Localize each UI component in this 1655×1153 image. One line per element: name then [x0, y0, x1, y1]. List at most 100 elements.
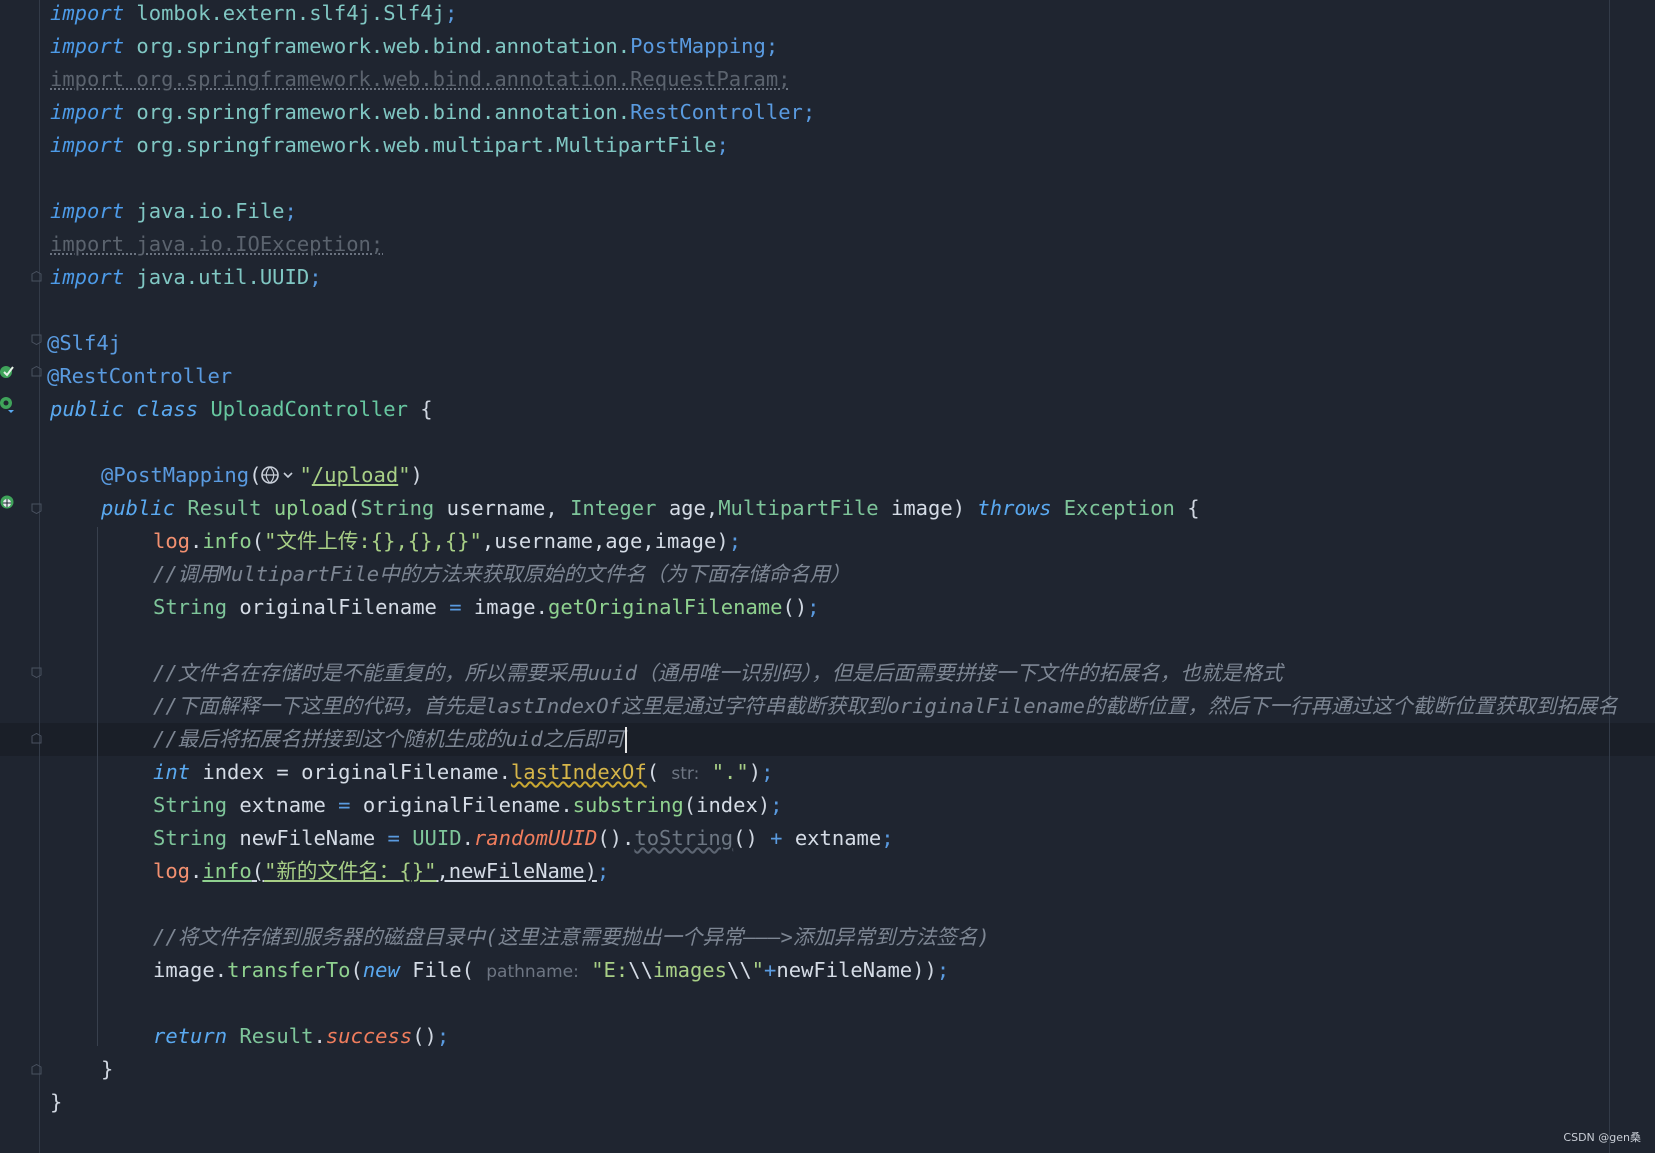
code-line[interactable]: String newFileName = UUID.randomUUID().t… [153, 822, 894, 855]
unused-import-text: import java.io.IOException; [50, 232, 384, 256]
indent-guide [97, 527, 98, 1046]
paren: () [782, 595, 808, 619]
class-name: Slf4j [383, 1, 445, 25]
code-line-comment[interactable]: //将文件存储到服务器的磁盘目录中(这里注意需要抛出一个异常———>添加异常到方… [153, 921, 990, 954]
code-line[interactable]: @PostMapping("/upload") [101, 459, 423, 492]
url-path[interactable]: /upload [312, 463, 398, 487]
arguments: ,newFileName [436, 859, 585, 883]
escape-sequence: \\ [726, 958, 752, 982]
paren: ( [347, 496, 361, 520]
package-name: org.springframework.web.multipart. [136, 133, 557, 157]
semicolon: ; [881, 826, 894, 850]
code-line[interactable]: import java.io.File; [50, 195, 297, 228]
string-quote: " [398, 463, 411, 487]
fold-marker-icon[interactable] [31, 1064, 42, 1075]
class-name: MultipartFile [556, 133, 717, 157]
code-line[interactable]: int index = originalFilename.lastIndexOf… [153, 756, 773, 789]
semicolon: ; [309, 265, 322, 289]
annotation: @RestController [47, 364, 233, 388]
code-line[interactable]: log.info("新的文件名：{}",newFileName); [153, 855, 609, 888]
package-name: lombok.extern.slf4j. [136, 1, 384, 25]
code-line-comment[interactable]: //下面解释一下这里的代码，首先是lastIndexOf这里是通过字符串截断获取… [153, 690, 1655, 723]
class-name: PostMapping [630, 34, 766, 58]
code-line-comment[interactable]: //调用MultipartFile中的方法来获取原始的文件名（为下面存储命名用） [153, 558, 851, 591]
param-type: String [360, 496, 435, 520]
paren: () [597, 826, 623, 850]
code-line[interactable]: } [101, 1053, 113, 1086]
semicolon: ; [728, 529, 742, 553]
variable-name: originalFilename [239, 595, 437, 619]
code-line[interactable]: String originalFilename = image.getOrigi… [153, 591, 820, 624]
static-method-call: success [325, 1024, 413, 1048]
method-call: info [202, 859, 252, 883]
arguments: ,username,age,image [481, 529, 717, 553]
fold-marker-icon[interactable] [31, 366, 42, 377]
code-line-comment[interactable]: //文件名在存储时是不能重复的，所以需要采用uuid（通用唯一识别码），但是后面… [153, 657, 1283, 690]
fold-marker-icon[interactable] [31, 503, 42, 514]
brace: { [407, 397, 433, 421]
code-line[interactable]: @RestController [47, 360, 232, 393]
semicolon: ; [936, 958, 950, 982]
dot: . [560, 793, 573, 817]
class-name: UploadController [210, 397, 408, 421]
method-name: upload [273, 496, 348, 520]
paren: ) [410, 463, 423, 487]
keyword: import [50, 133, 125, 157]
code-line-comment[interactable]: //最后将拓展名拼接到这个随机生成的uid之后即可 [153, 723, 627, 756]
watermark: CSDN @gen桑 [1563, 1131, 1641, 1144]
log-field: log [153, 529, 191, 553]
code-line[interactable]: @Slf4j [47, 327, 121, 360]
string-literal: "文件上传:{},{},{}" [264, 529, 482, 553]
string-literal: "新的文件名：{}" [264, 859, 437, 883]
dot: . [498, 760, 511, 784]
semicolon: ; [807, 595, 820, 619]
code-line[interactable]: import org.springframework.web.multipart… [50, 129, 729, 162]
code-line-unused-import[interactable]: import org.springframework.web.bind.anno… [50, 63, 791, 96]
object-ref: image [153, 958, 215, 982]
string-literal: " [751, 958, 765, 982]
bean-navigation-icon[interactable] [0, 396, 16, 414]
type-name: String [153, 793, 228, 817]
redundant-method-call[interactable]: toString [634, 826, 733, 850]
code-line[interactable]: import lombok.extern.slf4j.Slf4j; [50, 0, 457, 30]
operator: + [757, 826, 795, 850]
fold-marker-icon[interactable] [31, 667, 42, 678]
paren: ( [249, 463, 262, 487]
comment: //将文件存储到服务器的磁盘目录中(这里注意需要抛出一个异常———>添加异常到方… [153, 925, 990, 949]
semicolon: ; [770, 793, 783, 817]
keyword: import [50, 1, 125, 25]
keyword: class [136, 397, 199, 421]
bean-icon[interactable] [0, 364, 16, 380]
code-line[interactable]: image.transferTo(new File( pathname: "E:… [153, 954, 949, 987]
keyword: throws [977, 496, 1052, 520]
parameter-hint: str: [671, 764, 700, 784]
code-line[interactable]: return Result.success(); [153, 1020, 449, 1053]
web-endpoint-globe-icon[interactable] [261, 465, 299, 485]
semicolon: ; [596, 859, 610, 883]
paren: ) [716, 529, 729, 553]
method-call: getOriginalFilename [547, 595, 783, 619]
code-line[interactable]: import org.springframework.web.bind.anno… [50, 96, 815, 129]
fold-marker-icon[interactable] [31, 733, 42, 744]
code-line[interactable]: import org.springframework.web.bind.anno… [50, 30, 778, 63]
code-line[interactable]: public class UploadController { [50, 393, 433, 426]
class-name: UUID [259, 265, 310, 289]
class-ref: UUID [412, 826, 462, 850]
fold-marker-icon[interactable] [31, 271, 42, 282]
fold-marker-icon[interactable] [31, 334, 42, 345]
code-line[interactable]: import java.util.UUID; [50, 261, 322, 294]
code-line-unused-import[interactable]: import java.io.IOException; [50, 228, 383, 261]
package-name: org.springframework.web.bind.annotation. [136, 100, 631, 124]
text-caret [624, 727, 627, 753]
code-line[interactable]: String extname = originalFilename.substr… [153, 789, 783, 822]
paren: ) [748, 760, 762, 784]
code-line[interactable]: } [50, 1086, 62, 1119]
dot: . [214, 958, 228, 982]
code-line[interactable]: public Result upload(String username, In… [101, 492, 1200, 525]
param-name: image [890, 496, 953, 520]
annotation: @Slf4j [47, 331, 122, 355]
method-call-warning[interactable]: lastIndexOf [511, 760, 647, 784]
endpoint-globe-icon[interactable] [0, 494, 16, 510]
code-line[interactable]: log.info("文件上传:{},{},{}",username,age,im… [153, 525, 741, 558]
code-editor[interactable]: import lombok.extern.slf4j.Slf4j; import… [0, 0, 1655, 1153]
